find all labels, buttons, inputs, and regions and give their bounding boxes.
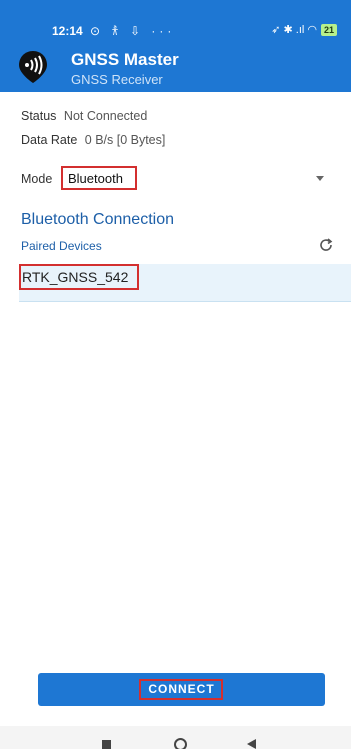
status-bar: 12:14 ⊙ 𐀪 ⇩ ··· ➶ ✱ .ıl ◠ 21 <box>0 20 351 42</box>
status-row: Status Not Connected <box>21 109 147 123</box>
app-header: 12:14 ⊙ 𐀪 ⇩ ··· ➶ ✱ .ıl ◠ 21 GNSS Master… <box>0 0 351 92</box>
back-icon[interactable] <box>247 739 256 749</box>
status-left-icons: ⊙ 𐀪 ⇩ ··· <box>90 24 176 38</box>
status-right-icons: ➶ ✱ .ıl ◠ 21 <box>271 23 337 36</box>
recents-icon[interactable] <box>102 740 111 749</box>
paired-devices-label: Paired Devices <box>21 239 102 253</box>
gnss-pin-icon <box>19 51 47 83</box>
status-right-icon-set: ➶ ✱ .ıl ◠ <box>271 24 317 36</box>
system-nav-bar <box>0 726 351 749</box>
section-title: Bluetooth Connection <box>21 211 174 228</box>
home-icon[interactable] <box>174 738 187 749</box>
app-title: GNSS Master <box>71 50 179 69</box>
data-rate-row: Data Rate 0 B/s [0 Bytes] <box>21 133 165 147</box>
battery-icon: 21 <box>320 23 337 36</box>
status-value: Not Connected <box>63 109 148 123</box>
app-subtitle: GNSS Receiver <box>71 72 163 87</box>
status-label: Status <box>21 109 57 123</box>
data-rate-value: 0 B/s [0 Bytes] <box>84 133 166 147</box>
dropdown-arrow-icon[interactable] <box>316 176 324 181</box>
connect-highlight-box <box>139 679 223 700</box>
device-name[interactable]: RTK_GNSS_542 <box>22 269 128 285</box>
refresh-icon[interactable] <box>318 237 334 253</box>
mode-label: Mode <box>21 172 53 186</box>
status-time: 12:14 <box>52 24 83 38</box>
data-rate-label: Data Rate <box>21 133 78 147</box>
mode-select[interactable]: Bluetooth <box>68 171 123 186</box>
